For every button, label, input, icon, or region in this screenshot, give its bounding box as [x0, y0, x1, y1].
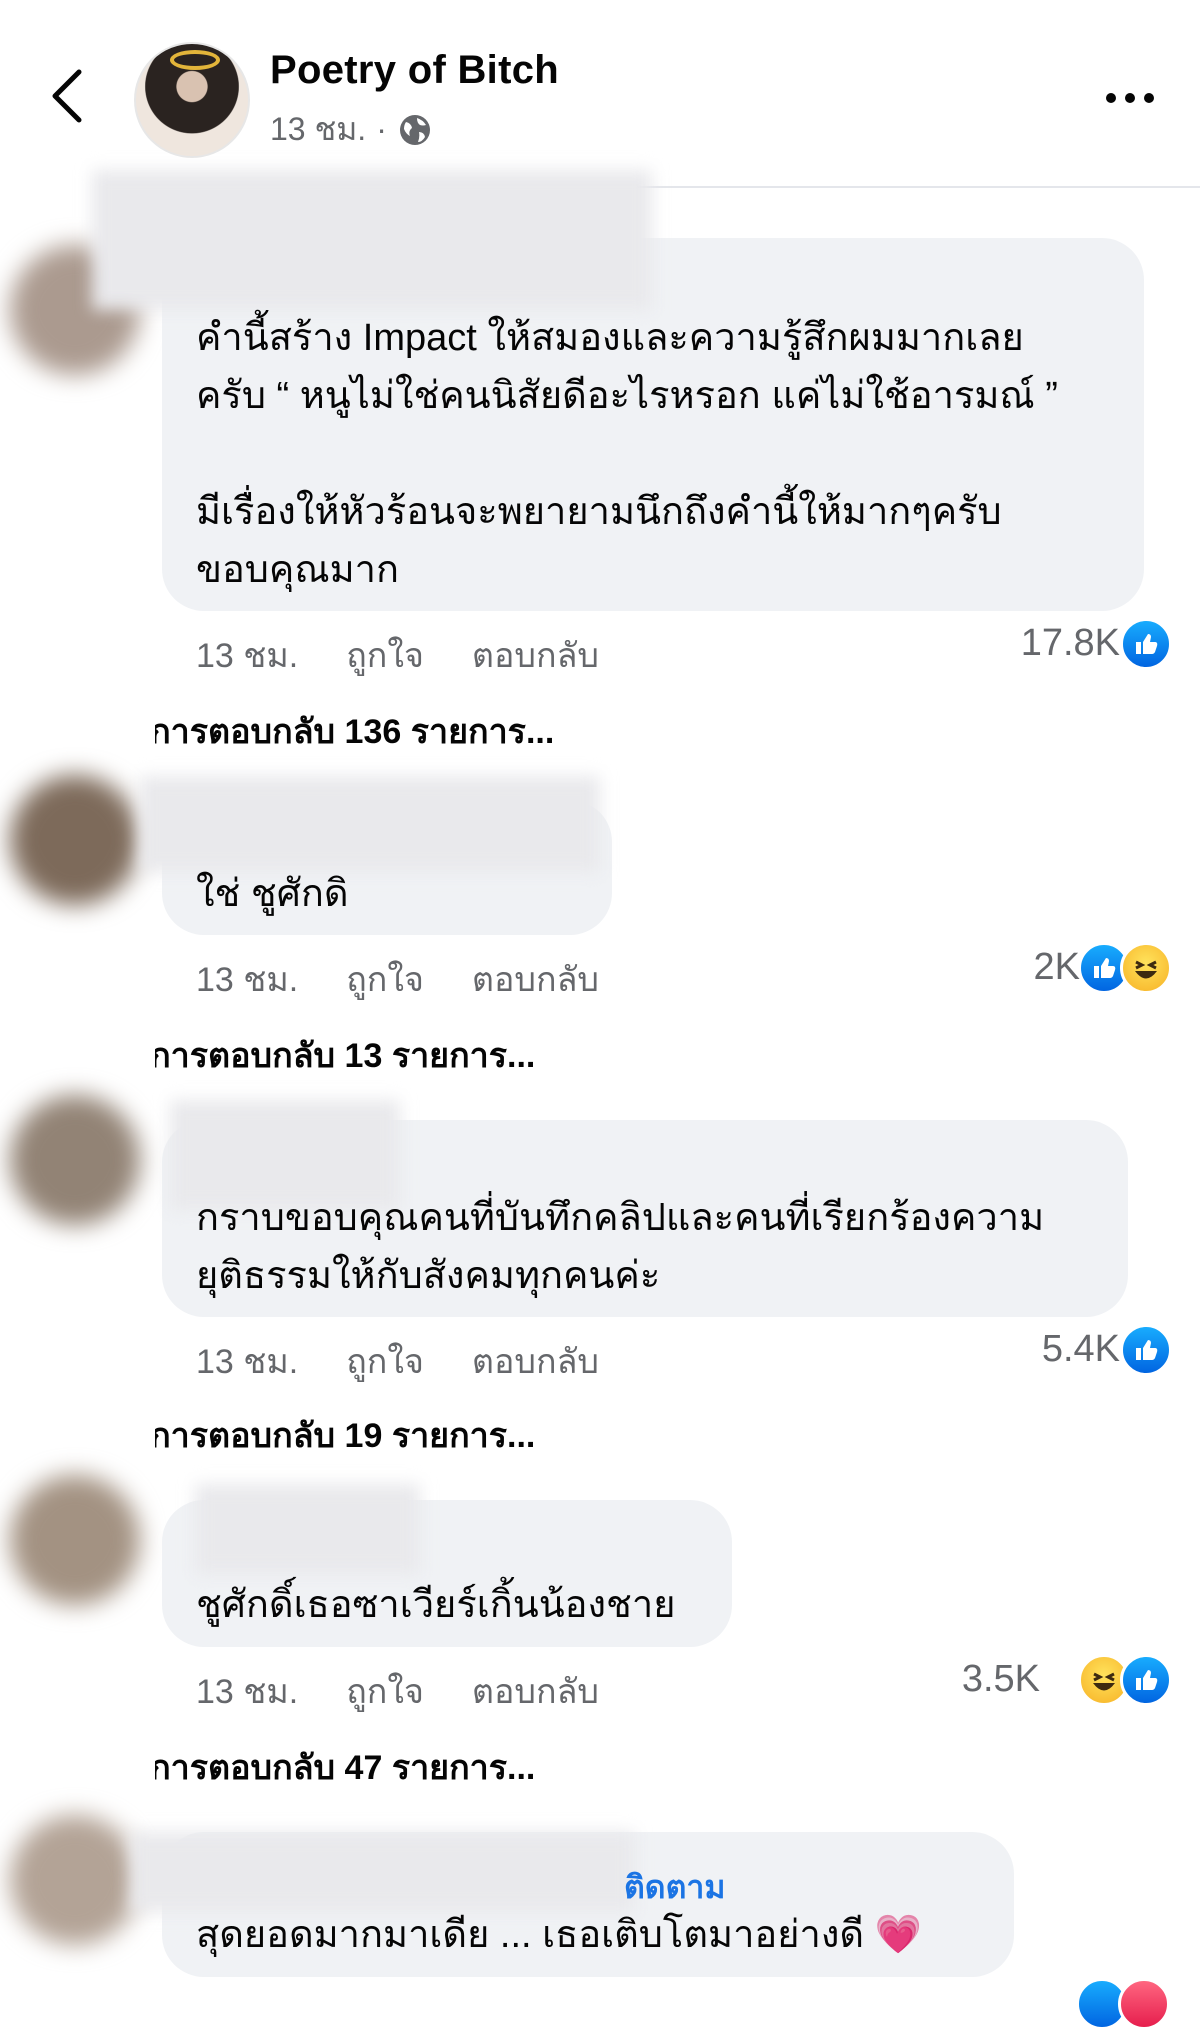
post-meta: 13 ชม. ·: [270, 104, 433, 155]
comment-text: คำนี้สร้าง Impact ให้สมองและความรู้สึกผม…: [196, 317, 1058, 591]
meta-separator: ·: [376, 111, 387, 147]
like-button[interactable]: ถูกใจ: [346, 1334, 424, 1388]
comment-time: 13 ชม.: [196, 637, 299, 675]
comment-text: กราบขอบคุณคนที่บันทึกคลิปและคนที่เรียกร้…: [196, 1197, 1045, 1297]
reaction-icons[interactable]: [1078, 942, 1172, 994]
reaction-count[interactable]: 5.4K: [960, 1328, 1120, 1371]
reaction-icons[interactable]: [1120, 1324, 1172, 1376]
reaction-icons[interactable]: [1078, 1654, 1172, 1706]
reply-button[interactable]: ตอบกลับ: [472, 628, 599, 682]
commenter-avatar[interactable]: [10, 1095, 140, 1225]
like-reaction-icon: [1120, 618, 1172, 670]
reply-button[interactable]: ตอบกลับ: [472, 1664, 599, 1718]
halo-decoration: [170, 50, 220, 70]
comment-text: ใช่ ชูศักดิ: [196, 873, 349, 915]
reaction-count[interactable]: 3.5K: [880, 1658, 1040, 1701]
globe-icon: [399, 114, 430, 145]
like-button[interactable]: ถูกใจ: [346, 1664, 424, 1718]
more-options-button[interactable]: [1098, 78, 1162, 118]
comment-time: 13 ชม.: [196, 1673, 299, 1711]
comment-actions: 13 ชม. ถูกใจ ตอบกลับ: [196, 1664, 599, 1718]
comment-time: 13 ชม.: [196, 1343, 299, 1381]
like-reaction-icon: [1120, 1654, 1172, 1706]
reaction-icons[interactable]: [1120, 618, 1172, 670]
commenter-avatar[interactable]: [10, 1475, 140, 1605]
view-replies-link[interactable]: ดูการตอบกลับ 19 รายการ...: [155, 1408, 855, 1456]
page-name[interactable]: Poetry of Bitch: [270, 48, 559, 93]
redacted-commenter-name: [140, 776, 600, 872]
page-avatar[interactable]: [134, 42, 250, 158]
comment-time: 13 ชม.: [196, 961, 299, 999]
redacted-commenter-name: [130, 1832, 635, 1912]
comment-text: ชูศักดิ์เธอซาเวียร์เกิ้นน้องชาย: [196, 1584, 676, 1626]
reaction-count[interactable]: 17.8K: [960, 622, 1120, 665]
header-divider: [590, 186, 1200, 188]
comment-actions: 13 ชม. ถูกใจ ตอบกลับ: [196, 952, 599, 1006]
haha-reaction-icon: [1120, 942, 1172, 994]
comment-actions: 13 ชม. ถูกใจ ตอบกลับ: [196, 628, 599, 682]
reply-button[interactable]: ตอบกลับ: [472, 952, 599, 1006]
view-replies-link[interactable]: ดูการตอบกลับ 47 รายการ...: [155, 1740, 855, 1788]
more-dot-icon: [1144, 93, 1154, 103]
commenter-avatar[interactable]: [10, 1815, 140, 1945]
redacted-commenter-name: [195, 1484, 420, 1574]
reply-button[interactable]: ตอบกลับ: [472, 1334, 599, 1388]
post-time: 13 ชม.: [270, 111, 367, 147]
like-button[interactable]: ถูกใจ: [346, 628, 424, 682]
more-dot-icon: [1106, 93, 1116, 103]
chevron-left-icon: [52, 69, 82, 123]
reaction-icons[interactable]: [1076, 1978, 1170, 2030]
love-reaction-icon: [1118, 1978, 1170, 2030]
like-button[interactable]: ถูกใจ: [346, 952, 424, 1006]
redacted-commenter-name: [92, 170, 652, 310]
reaction-count[interactable]: 2K: [920, 946, 1080, 989]
more-dot-icon: [1125, 93, 1135, 103]
view-replies-link[interactable]: ดูการตอบกลับ 13 รายการ...: [155, 1028, 855, 1076]
view-replies-link[interactable]: ดูการตอบกลับ 136 รายการ...: [155, 704, 855, 752]
like-reaction-icon: [1120, 1324, 1172, 1376]
commenter-avatar[interactable]: [10, 775, 140, 905]
back-button[interactable]: [40, 58, 92, 134]
comment-actions: 13 ชม. ถูกใจ ตอบกลับ: [196, 1334, 599, 1388]
comment-text: สุดยอดมากมาเดีย ... เธอเติบโตมาอย่างดี 💗: [196, 1914, 922, 1956]
